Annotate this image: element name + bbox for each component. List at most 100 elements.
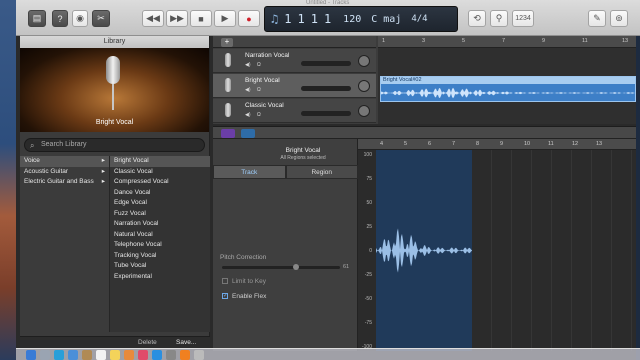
enable-flex-checkbox[interactable]: ✓ Enable Flex: [222, 293, 266, 300]
patch-item[interactable]: Experimental: [110, 272, 210, 283]
library-search-input[interactable]: ⌕ Search Library: [24, 138, 205, 152]
mute-icon[interactable]: ◀): [245, 87, 251, 93]
category-list: Voice ▸ Acoustic Guitar ▸ Electric Guitar an…: [20, 156, 110, 332]
patch-item[interactable]: Bright Vocal: [110, 156, 210, 167]
trash-icon[interactable]: [194, 349, 204, 360]
control-bar: Untitled - Tracks ▤ ? ◉ ✂ ◀◀ ▶▶ ■ ▶ ● ♫ …: [16, 0, 640, 36]
pitch-correction-knob[interactable]: [293, 264, 299, 270]
track-name: Bright Vocal: [245, 77, 280, 84]
limit-to-key-checkbox[interactable]: Limit to Key: [222, 278, 266, 285]
headphones-icon[interactable]: Ω: [257, 87, 261, 93]
amplitude-scale: 100 75 50 25 0 -25 -50 -75 -100: [358, 150, 374, 351]
patch-item[interactable]: Tube Vocal: [110, 261, 210, 272]
calendar-icon[interactable]: [96, 349, 106, 360]
garageband-icon[interactable]: [180, 349, 190, 360]
patch-item[interactable]: Compressed Vocal: [110, 177, 210, 188]
track-header[interactable]: Classic Vocal ◀) Ω: [213, 99, 376, 123]
editor-ruler[interactable]: 4 5 6 7 8 9 10 11 12 13: [358, 139, 636, 150]
library-icon[interactable]: ▤: [28, 10, 46, 27]
tab-region[interactable]: Region: [285, 165, 358, 179]
checkbox-box: [222, 278, 228, 285]
category-label: Electric Guitar and Bass: [24, 178, 94, 185]
volume-slider[interactable]: [301, 86, 351, 91]
tracks-area: + Narration Vocal ◀) Ω Bright Vocal ◀) Ω Class…: [213, 36, 636, 124]
ruler-mark: 5: [404, 141, 408, 147]
launchpad-icon[interactable]: [40, 349, 50, 360]
smart-controls-icon[interactable]: ◉: [72, 10, 88, 27]
patch-item[interactable]: Tracking Vocal: [110, 251, 210, 262]
editor-region[interactable]: [376, 150, 472, 351]
finder-icon[interactable]: [26, 349, 36, 360]
timeline[interactable]: 1 3 5 7 9 11 13 Bright Vocal#02: [378, 36, 636, 124]
waveform-area[interactable]: 4 5 6 7 8 9 10 11 12 13 100 75 50 25 0 -25 -50 -75 -100: [358, 139, 636, 351]
count-in-icon[interactable]: 1234: [512, 10, 534, 27]
help-icon[interactable]: ?: [52, 10, 68, 27]
desktop-edge: [636, 0, 640, 360]
lcd-tick: 1: [323, 12, 332, 26]
headphones-icon[interactable]: Ω: [257, 62, 261, 68]
music-icon[interactable]: [138, 349, 148, 360]
flex-icon[interactable]: [221, 129, 235, 138]
appstore-icon[interactable]: [152, 349, 162, 360]
cycle-icon[interactable]: ⟲: [468, 10, 486, 27]
forward-icon[interactable]: ▶▶: [166, 10, 188, 27]
enable-flex-label: Enable Flex: [232, 293, 267, 300]
ruler-mark: 11: [582, 38, 588, 44]
pan-knob[interactable]: [358, 80, 370, 92]
volume-slider[interactable]: [301, 61, 351, 66]
mute-icon[interactable]: ◀): [245, 112, 251, 118]
patch-item[interactable]: Fuzz Vocal: [110, 209, 210, 220]
mute-icon[interactable]: ◀): [245, 62, 251, 68]
editor-subtitle: All Regions selected: [280, 155, 326, 161]
headphones-icon[interactable]: Ω: [257, 112, 261, 118]
amplitude-tick: 100: [363, 152, 372, 158]
amplitude-tick: 75: [366, 176, 372, 182]
mail-icon[interactable]: [68, 349, 78, 360]
volume-slider[interactable]: [301, 111, 351, 116]
safari-icon[interactable]: [54, 349, 64, 360]
track-ruler[interactable]: 1 3 5 7 9 11 13: [378, 36, 636, 48]
search-placeholder: Search Library: [41, 141, 87, 148]
pan-knob[interactable]: [358, 105, 370, 117]
patch-item[interactable]: Telephone Vocal: [110, 240, 210, 251]
patch-item[interactable]: Edge Vocal: [110, 198, 210, 209]
notes-icon[interactable]: [110, 349, 120, 360]
search-icon: ⌕: [30, 141, 35, 150]
lcd-display[interactable]: ♫ 1 1 1 1 120 C maj 4/4: [264, 6, 458, 32]
ruler-mark: 7: [502, 38, 506, 44]
contacts-icon[interactable]: [82, 349, 92, 360]
chevron-right-icon: ▸: [101, 157, 105, 164]
rewind-icon[interactable]: ◀◀: [142, 10, 164, 27]
track-header[interactable]: Narration Vocal ◀) Ω: [213, 49, 376, 73]
patch-item[interactable]: Dance Vocal: [110, 188, 210, 199]
category-item[interactable]: Electric Guitar and Bass ▸: [20, 177, 109, 188]
patch-item[interactable]: Natural Vocal: [110, 230, 210, 241]
editor-waveform: [376, 228, 472, 273]
category-item[interactable]: Voice ▸: [20, 156, 109, 167]
settings-icon[interactable]: [166, 349, 176, 360]
add-track-button[interactable]: +: [221, 38, 233, 47]
category-label: Acoustic Guitar: [24, 167, 69, 175]
category-item[interactable]: Acoustic Guitar ▸: [20, 167, 109, 178]
photos-icon[interactable]: [124, 349, 134, 360]
track-header[interactable]: Bright Vocal ◀) Ω: [213, 74, 376, 98]
microphone-icon: [225, 78, 231, 92]
patch-item[interactable]: Classic Vocal: [110, 167, 210, 178]
stop-icon[interactable]: ■: [190, 10, 212, 27]
patch-item[interactable]: Narration Vocal: [110, 219, 210, 230]
tuner-icon[interactable]: ⚲: [490, 10, 508, 27]
chevron-right-icon: ▸: [101, 178, 105, 185]
ruler-mark: 9: [500, 141, 504, 147]
ruler-mark: 7: [452, 141, 456, 147]
tab-track[interactable]: Track: [213, 165, 286, 179]
pan-knob[interactable]: [358, 55, 370, 67]
notepad-icon[interactable]: ✎: [588, 10, 606, 27]
catch-icon[interactable]: [241, 129, 255, 138]
lcd-signature: 4/4: [411, 14, 428, 24]
pitch-correction-slider[interactable]: [222, 266, 340, 269]
record-icon[interactable]: ●: [238, 10, 260, 27]
editors-icon[interactable]: ✂: [92, 10, 110, 27]
loop-browser-icon[interactable]: ⊚: [610, 10, 628, 27]
audio-region[interactable]: Bright Vocal#02: [380, 76, 636, 102]
play-icon[interactable]: ▶: [214, 10, 236, 27]
